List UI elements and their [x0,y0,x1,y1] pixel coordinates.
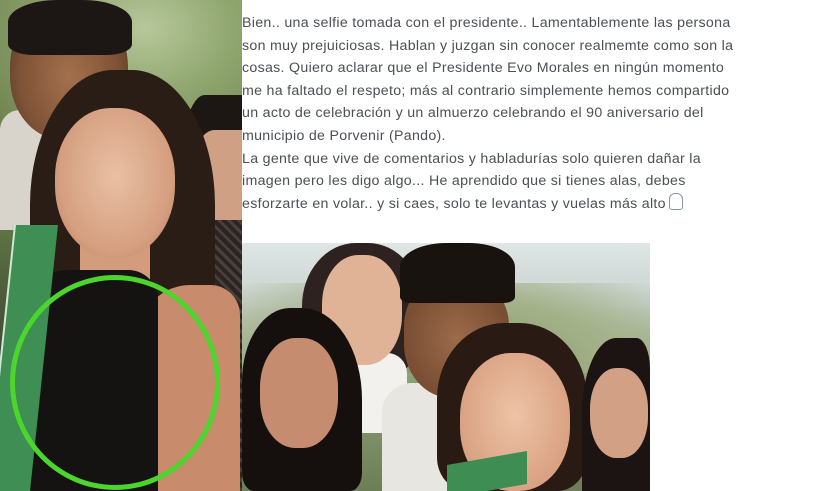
post-text: Bien.. una selfie tomada con el presiden… [242,12,840,215]
post-line: imagen pero les digo algo... He aprendid… [242,173,686,190]
post-line: son muy prejuiciosas. Hablan y juzgan si… [242,37,734,54]
facebook-post: Bien.. una selfie tomada con el presiden… [242,0,840,236]
post-line: un acto de celebración y un almuerzo cel… [242,105,704,122]
post-line: cosas. Quiero aclarar que el Presidente … [242,60,725,77]
woman-face [590,368,648,458]
woman-face [55,108,175,258]
woman-face [260,338,338,448]
blank-area [650,243,840,491]
left-selfie-photo [0,0,242,491]
post-line: me ha faltado el respeto; más al contrar… [242,82,730,99]
praying-hands-icon [668,192,683,210]
man-hair [400,243,515,303]
post-line: La gente que vive de comentarios y habla… [242,150,701,167]
post-line: Bien.. una selfie tomada con el presiden… [242,15,731,31]
post-line: esforzarte en volar.. y si caes, solo te… [242,195,666,212]
post-line-last: esforzarte en volar.. y si caes, solo te… [242,192,840,216]
post-line: municipio de Porvenir (Pando). [242,127,446,144]
group-selfie-photo [242,243,650,491]
man-hair [8,0,132,55]
highlight-circle [10,275,220,490]
